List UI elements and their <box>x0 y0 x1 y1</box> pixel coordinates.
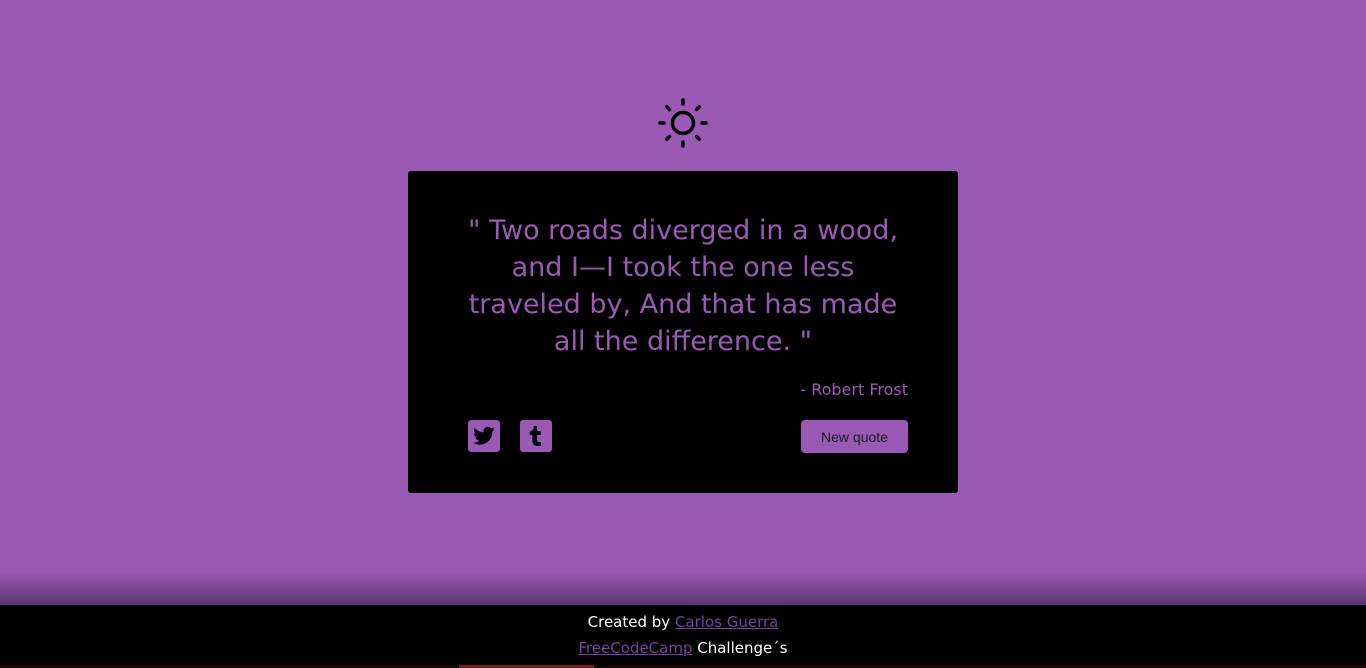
author-link[interactable]: Carlos Guerra <box>675 613 778 631</box>
footer-shadow <box>0 572 1366 605</box>
quote-box: " Two roads diverged in a wood, and I—I … <box>408 171 958 493</box>
footer-created-by-text: Created by <box>587 613 671 631</box>
tweet-quote-button[interactable] <box>468 420 500 452</box>
footer-challenge-text: Challenge´s <box>697 639 788 657</box>
footer: Created by Carlos Guerra FreeCodeCamp Ch… <box>0 605 1366 668</box>
footer-challenge-line: FreeCodeCamp Challenge´s <box>0 638 1366 658</box>
theme-toggle-button[interactable] <box>657 97 709 149</box>
tumblr-icon <box>529 426 541 446</box>
twitter-icon <box>473 426 495 445</box>
footer-credit-line: Created by Carlos Guerra <box>0 612 1366 632</box>
freecodecamp-link[interactable]: FreeCodeCamp <box>578 639 692 657</box>
tumblr-quote-button[interactable] <box>520 420 552 452</box>
new-quote-button[interactable]: New quote <box>801 420 908 453</box>
quote-author: - Robert Frost <box>800 380 908 399</box>
sun-icon <box>658 98 708 148</box>
quote-text: " Two roads diverged in a wood, and I—I … <box>467 215 899 357</box>
